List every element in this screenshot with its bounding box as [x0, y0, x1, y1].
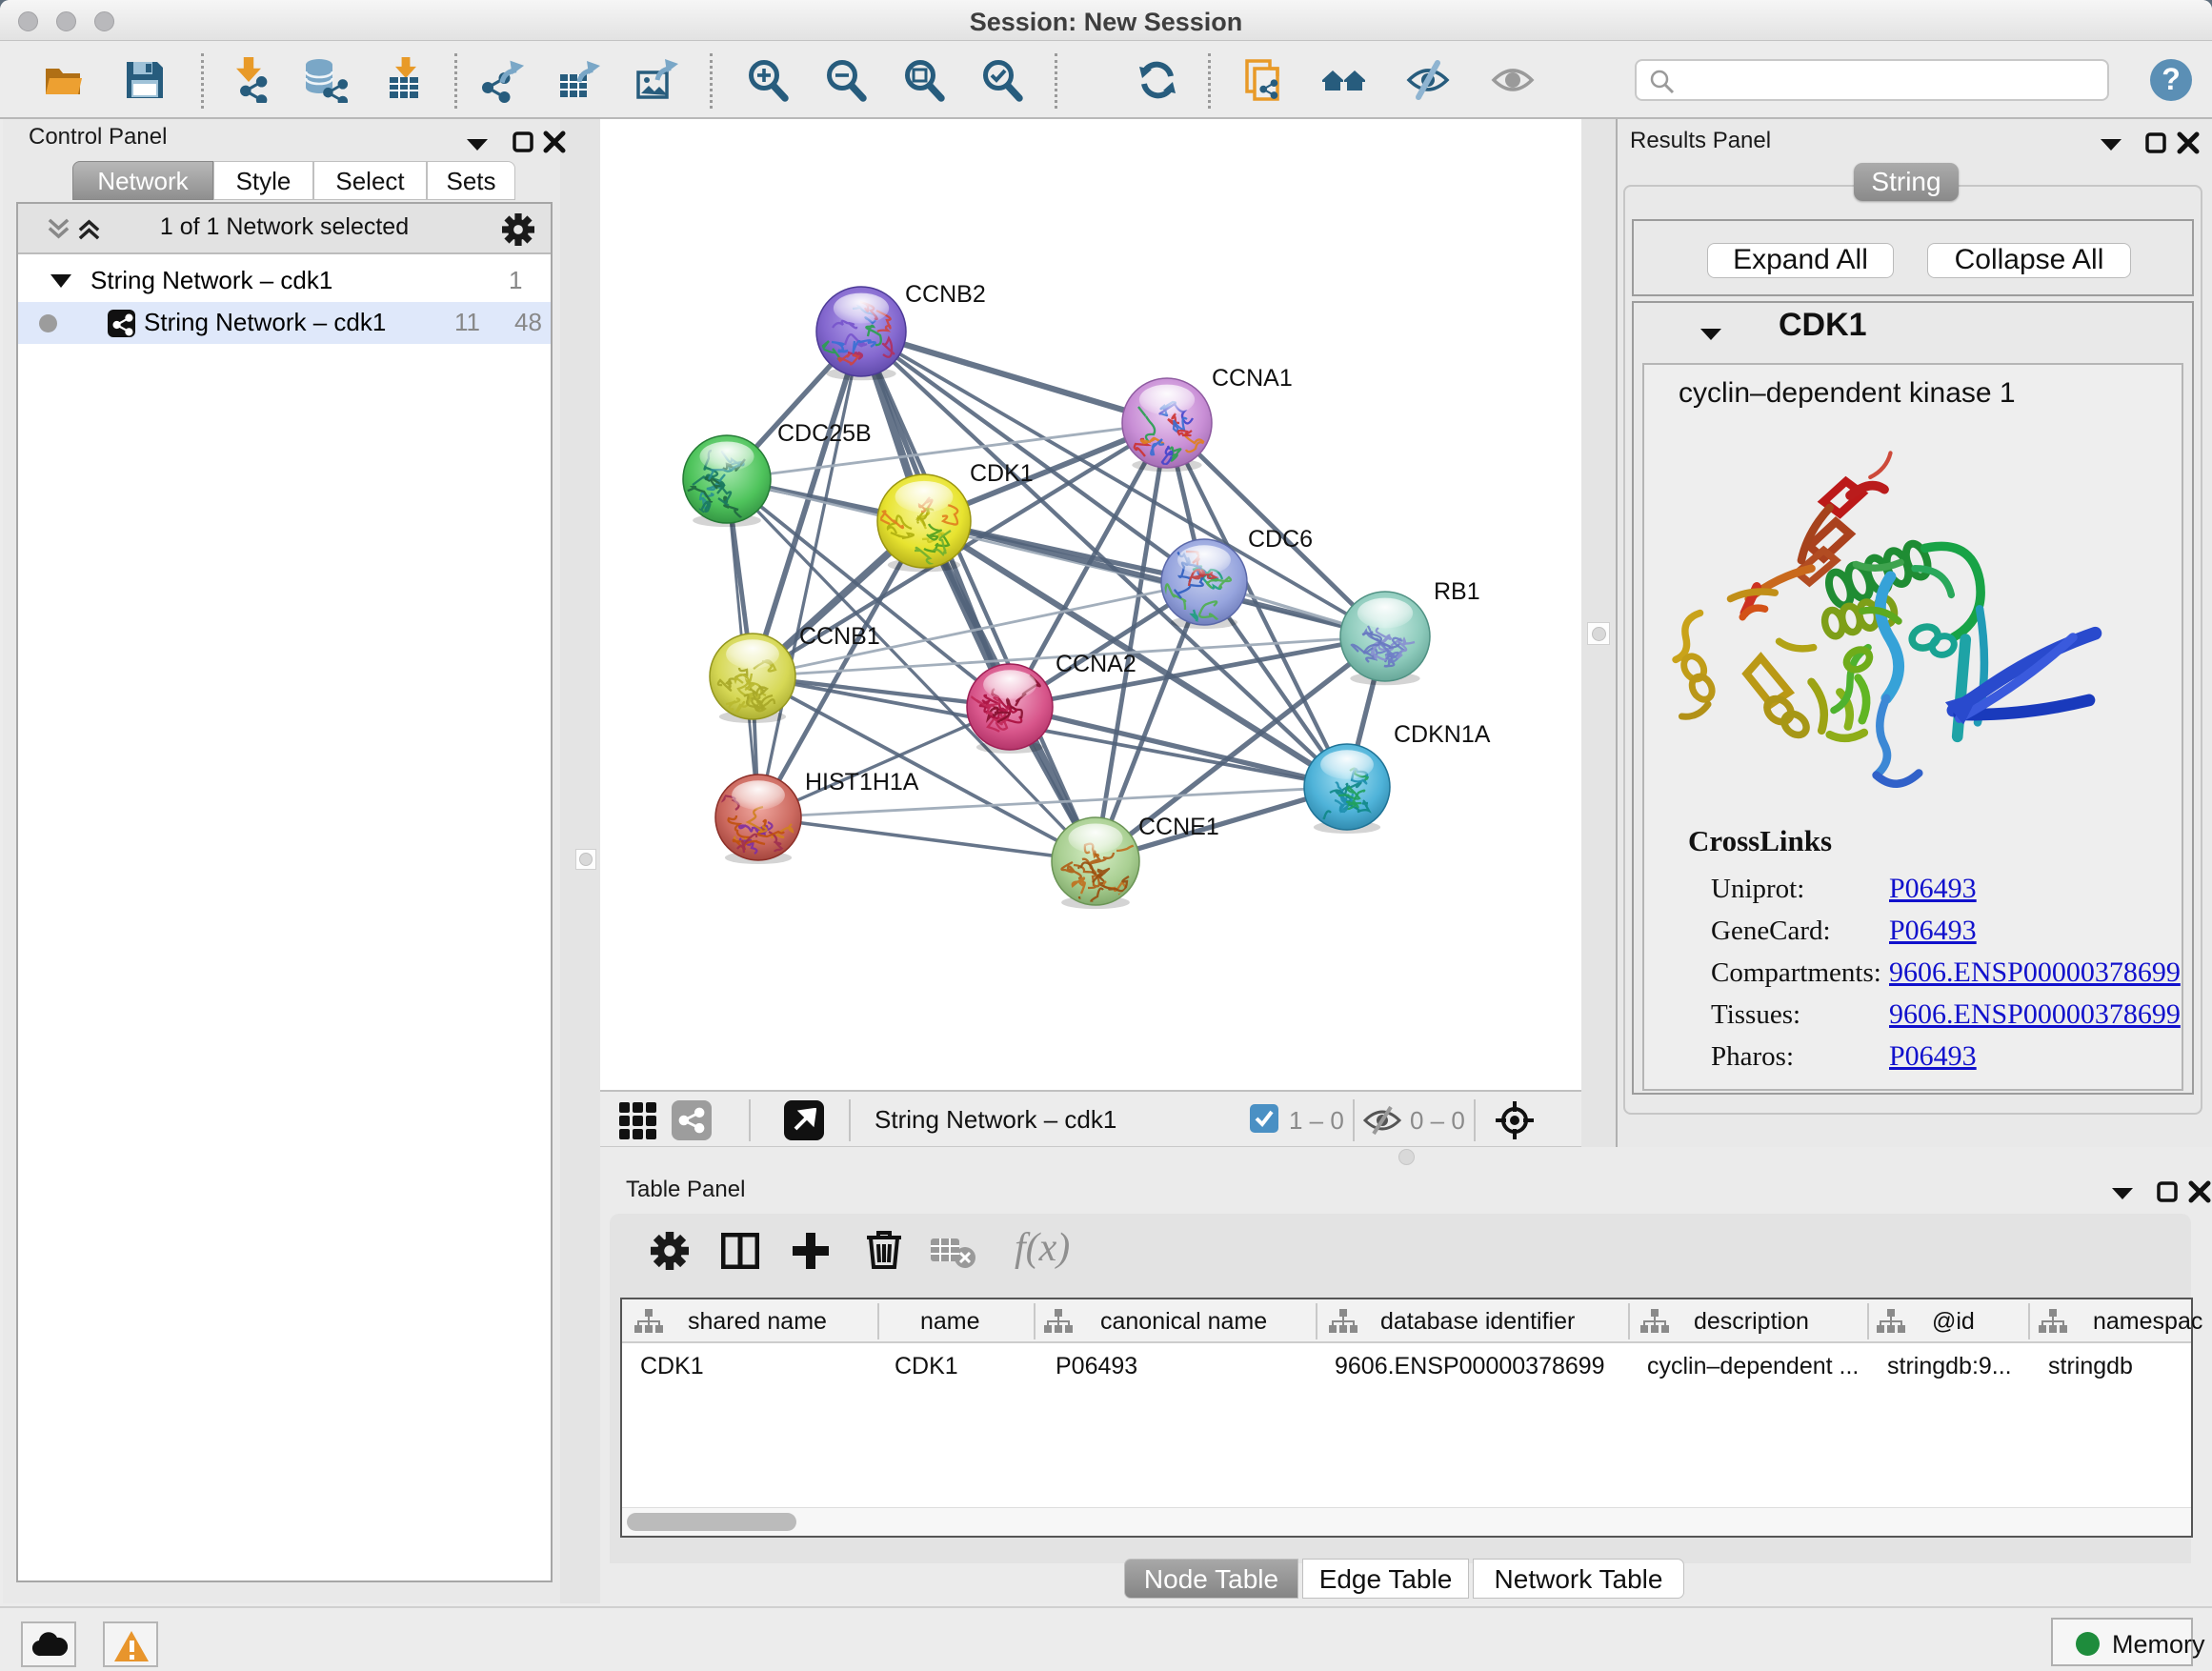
- svg-text:HIST1H1A: HIST1H1A: [805, 769, 919, 795]
- svg-text:CCNA1: CCNA1: [1212, 365, 1293, 392]
- svg-text:CCNA2: CCNA2: [1056, 651, 1136, 677]
- svg-text:CDKN1A: CDKN1A: [1394, 721, 1491, 748]
- svg-text:RB1: RB1: [1434, 578, 1480, 605]
- svg-text:CCNB1: CCNB1: [799, 623, 880, 650]
- svg-text:CDC6: CDC6: [1248, 526, 1313, 553]
- svg-text:?: ?: [2162, 62, 2181, 96]
- svg-text:CCNE1: CCNE1: [1138, 814, 1219, 840]
- svg-text:CDC25B: CDC25B: [777, 420, 872, 447]
- svg-text:CCNB2: CCNB2: [905, 281, 986, 308]
- svg-text:CDK1: CDK1: [970, 460, 1034, 487]
